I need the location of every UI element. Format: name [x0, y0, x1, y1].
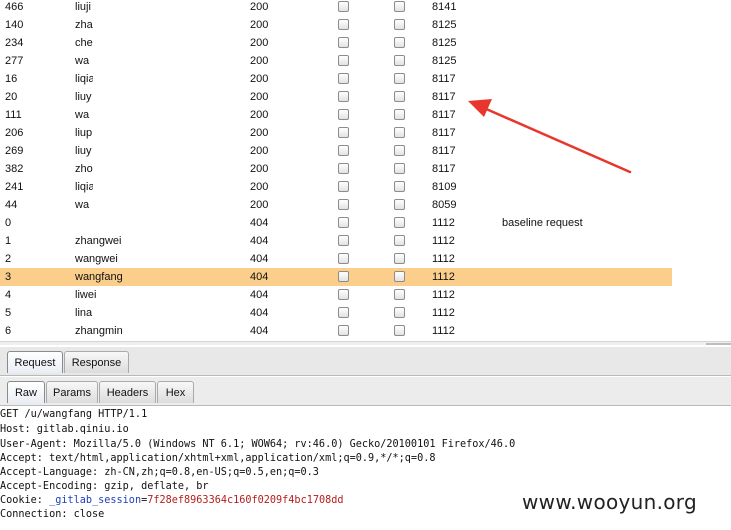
- watermark: www.wooyun.org: [522, 490, 697, 514]
- horizontal-scrollbar[interactable]: [0, 341, 731, 345]
- header-host: Host: gitlab.qiniu.io: [0, 424, 129, 435]
- header-accept-language: Accept-Language: zh-CN,zh;q=0.8,en-US;q=…: [0, 467, 319, 478]
- tab-response[interactable]: Response: [64, 351, 129, 373]
- tab-headers[interactable]: Headers: [99, 381, 156, 403]
- header-user-agent: User-Agent: Mozilla/5.0 (Windows NT 6.1;…: [0, 439, 516, 450]
- cookie-value: 7f28ef8963364c160f0209f4bc1708dd: [147, 495, 344, 506]
- tab-request[interactable]: Request: [7, 351, 63, 373]
- tab-raw[interactable]: Raw: [7, 381, 45, 403]
- request-response-tabs: Request Response: [0, 347, 731, 376]
- request-line: GET /u/wangfang HTTP/1.1: [0, 409, 148, 420]
- cookie-label: Cookie:: [0, 495, 50, 506]
- tab-params[interactable]: Params: [46, 381, 98, 403]
- header-accept: Accept: text/html,application/xhtml+xml,…: [0, 453, 436, 464]
- header-accept-encoding: Accept-Encoding: gzip, deflate, br: [0, 481, 209, 492]
- tab-hex[interactable]: Hex: [157, 381, 194, 403]
- request-view-tabs: Raw Params Headers Hex: [0, 377, 731, 406]
- header-connection: Connection: close: [0, 509, 105, 520]
- scrollbar-thumb[interactable]: [706, 343, 731, 345]
- cookie-name: _gitlab_session: [49, 495, 142, 506]
- header-cookie: Cookie: _gitlab_session=7f28ef8963364c16…: [0, 493, 344, 508]
